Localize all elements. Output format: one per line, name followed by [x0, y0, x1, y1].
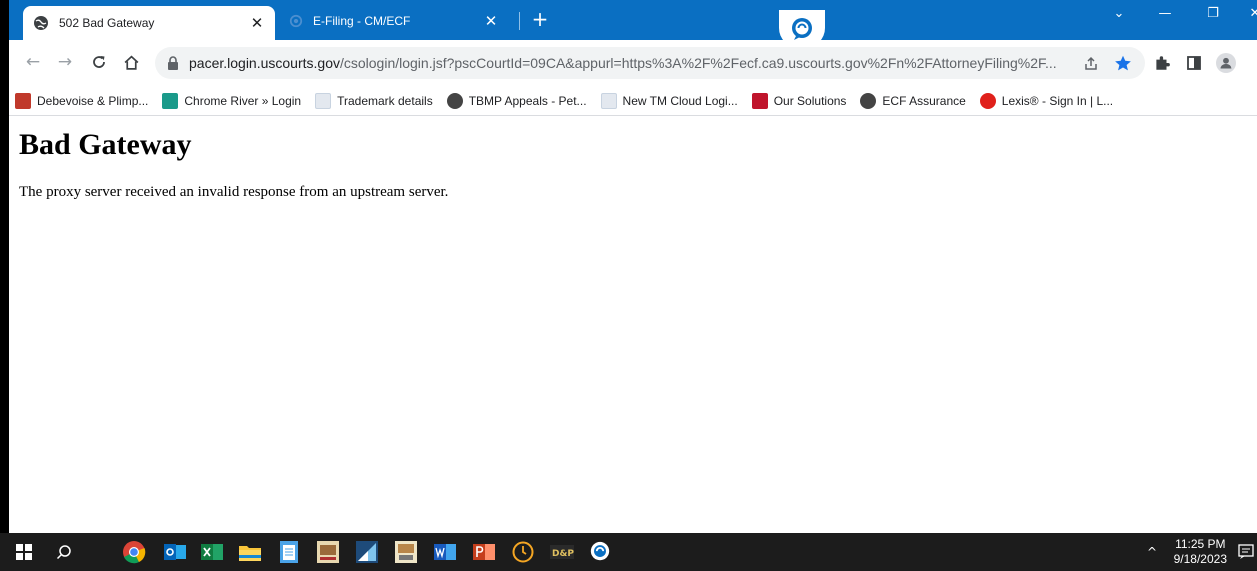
svg-text:D&P: D&P: [552, 549, 574, 559]
word-icon[interactable]: [433, 540, 457, 564]
reload-button[interactable]: [88, 51, 110, 73]
bookmark-favicon-icon: [979, 92, 996, 109]
extensions-icon[interactable]: [1152, 53, 1172, 73]
pdf-editor-icon[interactable]: [355, 540, 379, 564]
app-icon[interactable]: [316, 540, 340, 564]
minimize-button[interactable]: —: [1155, 6, 1175, 21]
close-icon[interactable]: ✕: [249, 14, 265, 32]
page-title: Bad Gateway: [19, 128, 192, 161]
bookmark-label: Debevoise & Plimp...: [37, 93, 149, 108]
forward-button[interactable]: →: [54, 51, 76, 73]
globe-icon: [446, 92, 463, 109]
url-text: pacer.login.uscourts.gov/csologin/login.…: [189, 55, 1069, 71]
bookmark-lexis[interactable]: Lexis® - Sign In | L...: [979, 92, 1114, 109]
app-icon[interactable]: [394, 540, 418, 564]
clock-app-icon[interactable]: [511, 540, 535, 564]
close-window-button[interactable]: ✕: [1245, 6, 1257, 21]
clock-time: 11:25 PM: [1175, 537, 1226, 551]
bookmark-label: TBMP Appeals - Pet...: [468, 93, 587, 108]
bookmark-ecf-assurance[interactable]: ECF Assurance: [860, 92, 966, 109]
notepad-icon[interactable]: [277, 540, 301, 564]
home-icon: [124, 55, 138, 70]
url-host: pacer.login.uscourts.gov: [189, 55, 340, 71]
windows-taskbar: D&P ^ 11:25 PM 9/18/2023: [0, 533, 1257, 571]
close-icon[interactable]: ✕: [483, 12, 499, 30]
bookmark-label: ECF Assurance: [882, 93, 966, 108]
page-icon: [600, 92, 617, 109]
back-button[interactable]: ←: [22, 51, 44, 73]
tab-bad-gateway[interactable]: 502 Bad Gateway ✕: [23, 6, 275, 40]
file-explorer-icon[interactable]: [238, 540, 262, 564]
bookmark-label: Trademark details: [337, 93, 433, 108]
loading-icon: [289, 14, 303, 28]
restore-button[interactable]: ❐: [1203, 6, 1223, 21]
powerpoint-icon[interactable]: [472, 540, 496, 564]
taskbar-clock[interactable]: 11:25 PM 9/18/2023: [1174, 537, 1227, 567]
page-icon: [315, 92, 332, 109]
globe-icon: [860, 92, 877, 109]
browser-toolbar: ← → pacer.login.uscourts.gov/csologin/lo…: [9, 40, 1257, 86]
tab-efiling[interactable]: E-Filing - CM/ECF ✕: [279, 6, 509, 36]
address-bar[interactable]: pacer.login.uscourts.gov/csologin/login.…: [155, 47, 1145, 79]
excel-icon[interactable]: [200, 540, 224, 564]
tab-search-icon[interactable]: ⌄: [1109, 6, 1129, 21]
chevron-up-icon[interactable]: ^: [1147, 545, 1157, 559]
tab-title: E-Filing - CM/ECF: [313, 14, 411, 28]
new-tab-button[interactable]: +: [530, 9, 550, 29]
page-content: Bad Gateway The proxy server received an…: [19, 128, 1219, 201]
tab-strip: 502 Bad Gateway ✕ E-Filing - CM/ECF ✕ + …: [9, 0, 1257, 48]
clock-date: 9/18/2023: [1173, 552, 1227, 566]
chat-app-icon[interactable]: [588, 540, 612, 564]
bookmark-label: New TM Cloud Logi...: [622, 93, 738, 108]
lock-icon: [168, 56, 178, 70]
globe-icon: [34, 16, 48, 30]
search-icon[interactable]: [52, 540, 76, 564]
url-path: /csologin/login.jsf?pscCourtId=09CA&appu…: [339, 55, 1057, 71]
tab-divider: [519, 12, 520, 30]
chrome-icon[interactable]: [122, 540, 146, 564]
bookmark-chrome-river[interactable]: Chrome River » Login: [162, 92, 302, 109]
share-icon[interactable]: [1081, 53, 1101, 73]
bookmark-label: Our Solutions: [773, 93, 847, 108]
bookmark-our-solutions[interactable]: Our Solutions: [751, 92, 847, 109]
window-edge: [0, 0, 9, 571]
dsp-app-icon[interactable]: D&P: [550, 540, 574, 564]
bookmark-trademark-details[interactable]: Trademark details: [315, 92, 433, 109]
tab-title: 502 Bad Gateway: [59, 16, 155, 30]
bookmark-favicon-icon: [162, 92, 179, 109]
bookmarks-bar: Debevoise & Plimp... Chrome River » Logi…: [9, 86, 1257, 116]
notifications-icon[interactable]: [1234, 540, 1257, 564]
bookmark-new-tm-cloud[interactable]: New TM Cloud Logi...: [600, 92, 738, 109]
bookmark-star-icon[interactable]: [1113, 53, 1133, 73]
bookmark-tbmp-appeals[interactable]: TBMP Appeals - Pet...: [446, 92, 587, 109]
profile-avatar-icon[interactable]: [1216, 53, 1236, 73]
error-message: The proxy server received an invalid res…: [19, 184, 449, 200]
bookmark-label: Chrome River » Login: [184, 93, 302, 108]
bookmark-favicon-icon: [751, 92, 768, 109]
reload-icon: [93, 56, 105, 68]
outlook-icon[interactable]: [163, 540, 187, 564]
bookmark-debevoise[interactable]: Debevoise & Plimp...: [15, 92, 149, 109]
windows-start-icon[interactable]: [12, 540, 36, 564]
bookmark-label: Lexis® - Sign In | L...: [1001, 93, 1114, 108]
side-panel-icon[interactable]: [1184, 53, 1204, 73]
bookmark-favicon-icon: [15, 92, 31, 109]
home-button[interactable]: [120, 51, 142, 73]
